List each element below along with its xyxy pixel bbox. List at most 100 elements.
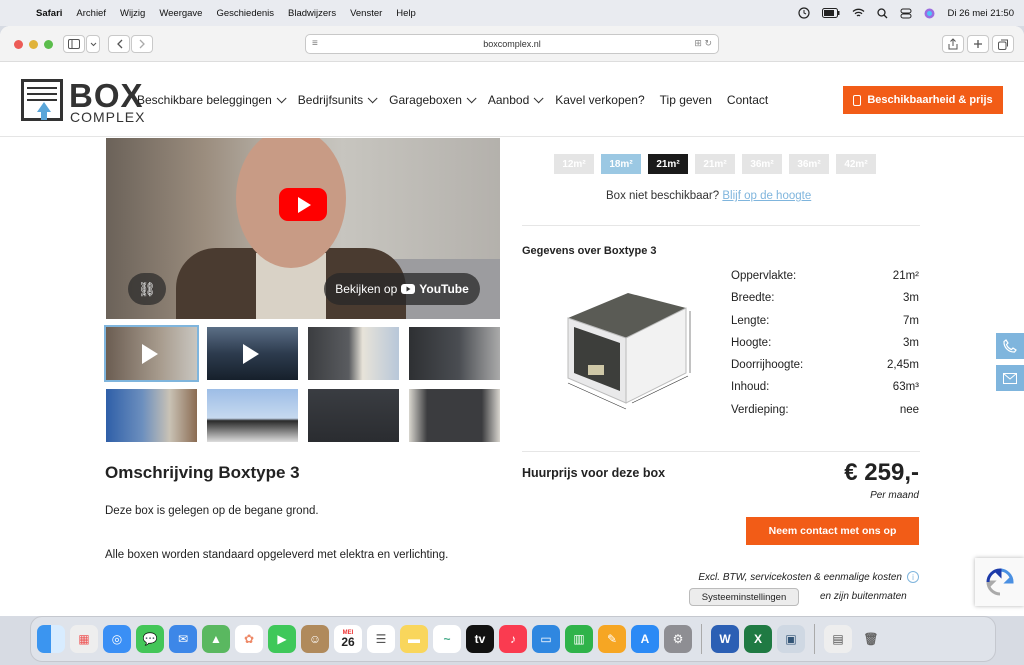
keynote-icon[interactable]: ▭ [532,625,560,653]
floating-phone-button[interactable] [996,333,1024,359]
spec-value: 3m [903,336,919,349]
numbers-icon[interactable]: ▥ [565,625,593,653]
nav-bedrijfsunits[interactable]: Bedrijfsunits [297,92,378,107]
thumbnail-photo-mailboxes[interactable] [308,389,399,442]
siri-icon[interactable] [924,8,935,19]
time-machine-icon[interactable] [798,7,811,19]
watch-on-youtube-button[interactable]: Bekijken op YouTube [324,273,480,305]
thumbnail-video[interactable] [104,325,199,382]
menu-venster[interactable]: Venster [350,8,382,19]
thumbnail-photo-workshop[interactable] [106,389,197,442]
size-option-18m2[interactable]: 18m² [601,154,641,174]
menu-archief[interactable]: Archief [76,8,106,19]
forward-button[interactable] [131,35,153,53]
launchpad-icon[interactable]: ▦ [70,625,98,653]
floating-email-button[interactable] [996,365,1024,391]
stay-informed-link[interactable]: Blijf op de hoogte [722,190,811,202]
size-option-36m2-b[interactable]: 36m² [789,154,829,174]
nav-kavel-verkopen[interactable]: Kavel verkopen? [555,93,644,107]
pages-icon[interactable]: ✎ [598,625,626,653]
availability-price-button[interactable]: Beschikbaarheid & prijs [843,86,1003,114]
dock-separator [701,624,702,654]
contacts-icon[interactable]: ☺ [301,625,329,653]
menu-bladwijzers[interactable]: Bladwijzers [288,8,336,19]
back-button[interactable] [108,35,130,53]
preview-icon[interactable]: ▣ [777,625,805,653]
menu-help[interactable]: Help [396,8,416,19]
share-button[interactable] [942,35,964,53]
mail-icon[interactable]: ✉ [169,625,197,653]
description-title: Omschrijving Boxtype 3 [105,463,300,482]
notes-icon[interactable]: ▬ [400,625,428,653]
menubar-clock[interactable]: Di 26 mei 21:50 [947,8,1014,19]
calendar-icon[interactable]: MEI 26 [334,625,362,653]
spotlight-search-icon[interactable] [877,7,888,19]
photos-icon[interactable]: ✿ [235,625,263,653]
sidebar-toggle-button[interactable] [63,35,85,53]
battery-icon[interactable] [822,8,840,18]
info-icon[interactable]: i [907,571,919,583]
thumbnail-photo-garage-row[interactable] [308,327,399,380]
zoom-window-button[interactable] [44,40,53,49]
recaptcha-badge[interactable] [975,558,1024,606]
app-store-icon[interactable]: A [631,625,659,653]
contact-us-button[interactable]: Neem contact met ons op [746,517,919,545]
nav-label: Bedrijfsunits [297,93,364,107]
size-option-21m2-active[interactable]: 21m² [648,154,688,174]
boxcomplex-logo[interactable]: BOX COMPLEX [21,77,151,125]
youtube-video-player[interactable]: ⛓ Bekijken op YouTube [106,138,500,319]
wifi-icon[interactable] [852,8,865,18]
menu-geschiedenis[interactable]: Geschiedenis [216,8,274,19]
nav-tip-geven[interactable]: Tip geven [660,93,712,107]
nav-aanbod[interactable]: Aanbod [488,92,544,107]
finder-icon[interactable] [37,625,65,653]
reminders-icon[interactable]: ☰ [367,625,395,653]
close-window-button[interactable] [14,40,23,49]
menu-app-name[interactable]: Safari [36,8,62,19]
freeform-icon[interactable]: ~ [433,625,461,653]
thumbnail-photo-toilets[interactable] [409,389,500,442]
nav-beschikbare-beleggingen[interactable]: Beschikbare beleggingen [137,92,287,107]
microsoft-excel-icon[interactable]: X [744,625,772,653]
availability-text: Box niet beschikbaar? [606,190,720,202]
size-option-12m2[interactable]: 12m² [554,154,594,174]
maps-icon[interactable]: ▲ [202,625,230,653]
menu-weergave[interactable]: Weergave [159,8,202,19]
size-option-42m2[interactable]: 42m² [836,154,876,174]
trash-icon[interactable]: 🗑 [857,625,885,653]
new-tab-button[interactable] [967,35,989,53]
tab-group-dropdown[interactable] [86,35,100,53]
share-icon [948,38,958,50]
control-center-icon[interactable] [900,8,912,19]
thumbnail-video-2[interactable] [207,327,298,380]
address-bar[interactable]: ≡ boxcomplex.nl ⊞ ↻ [305,34,719,54]
size-option-36m2[interactable]: 36m² [742,154,782,174]
music-icon[interactable]: ♪ [499,625,527,653]
messages-icon[interactable]: 💬 [136,625,164,653]
spec-value: 3m [903,292,919,305]
copy-link-icon[interactable]: ⛓ [128,273,166,305]
thumbnail-photo-garage-doors[interactable] [409,327,500,380]
safari-icon[interactable]: ◎ [103,625,131,653]
thumbnail-photo-camera[interactable] [207,389,298,442]
chevron-left-icon [116,39,122,49]
apple-tv-icon[interactable]: tv [466,625,494,653]
spec-label: Oppervlakte: [731,270,797,282]
microsoft-word-icon[interactable]: W [711,625,739,653]
nav-contact[interactable]: Contact [727,93,768,107]
nav-garageboxen[interactable]: Garageboxen [389,92,477,107]
tab-overview-button[interactable] [992,35,1014,53]
size-option-21m2[interactable]: 21m² [695,154,735,174]
menu-wijzig[interactable]: Wijzig [120,8,145,19]
youtube-play-button[interactable] [279,188,327,221]
dock-separator [814,624,815,654]
translate-and-reload-icons[interactable]: ⊞ ↻ [694,38,712,49]
facetime-icon[interactable]: ▶ [268,625,296,653]
downloads-stack-icon[interactable]: ▤ [824,625,852,653]
nav-label: Garageboxen [389,93,462,107]
plus-icon [974,40,982,48]
minimize-window-button[interactable] [29,40,38,49]
system-settings-icon[interactable]: ⚙ [664,625,692,653]
page-menu-icon[interactable]: ≡ [312,38,318,49]
nav-label: Tip geven [659,93,712,107]
